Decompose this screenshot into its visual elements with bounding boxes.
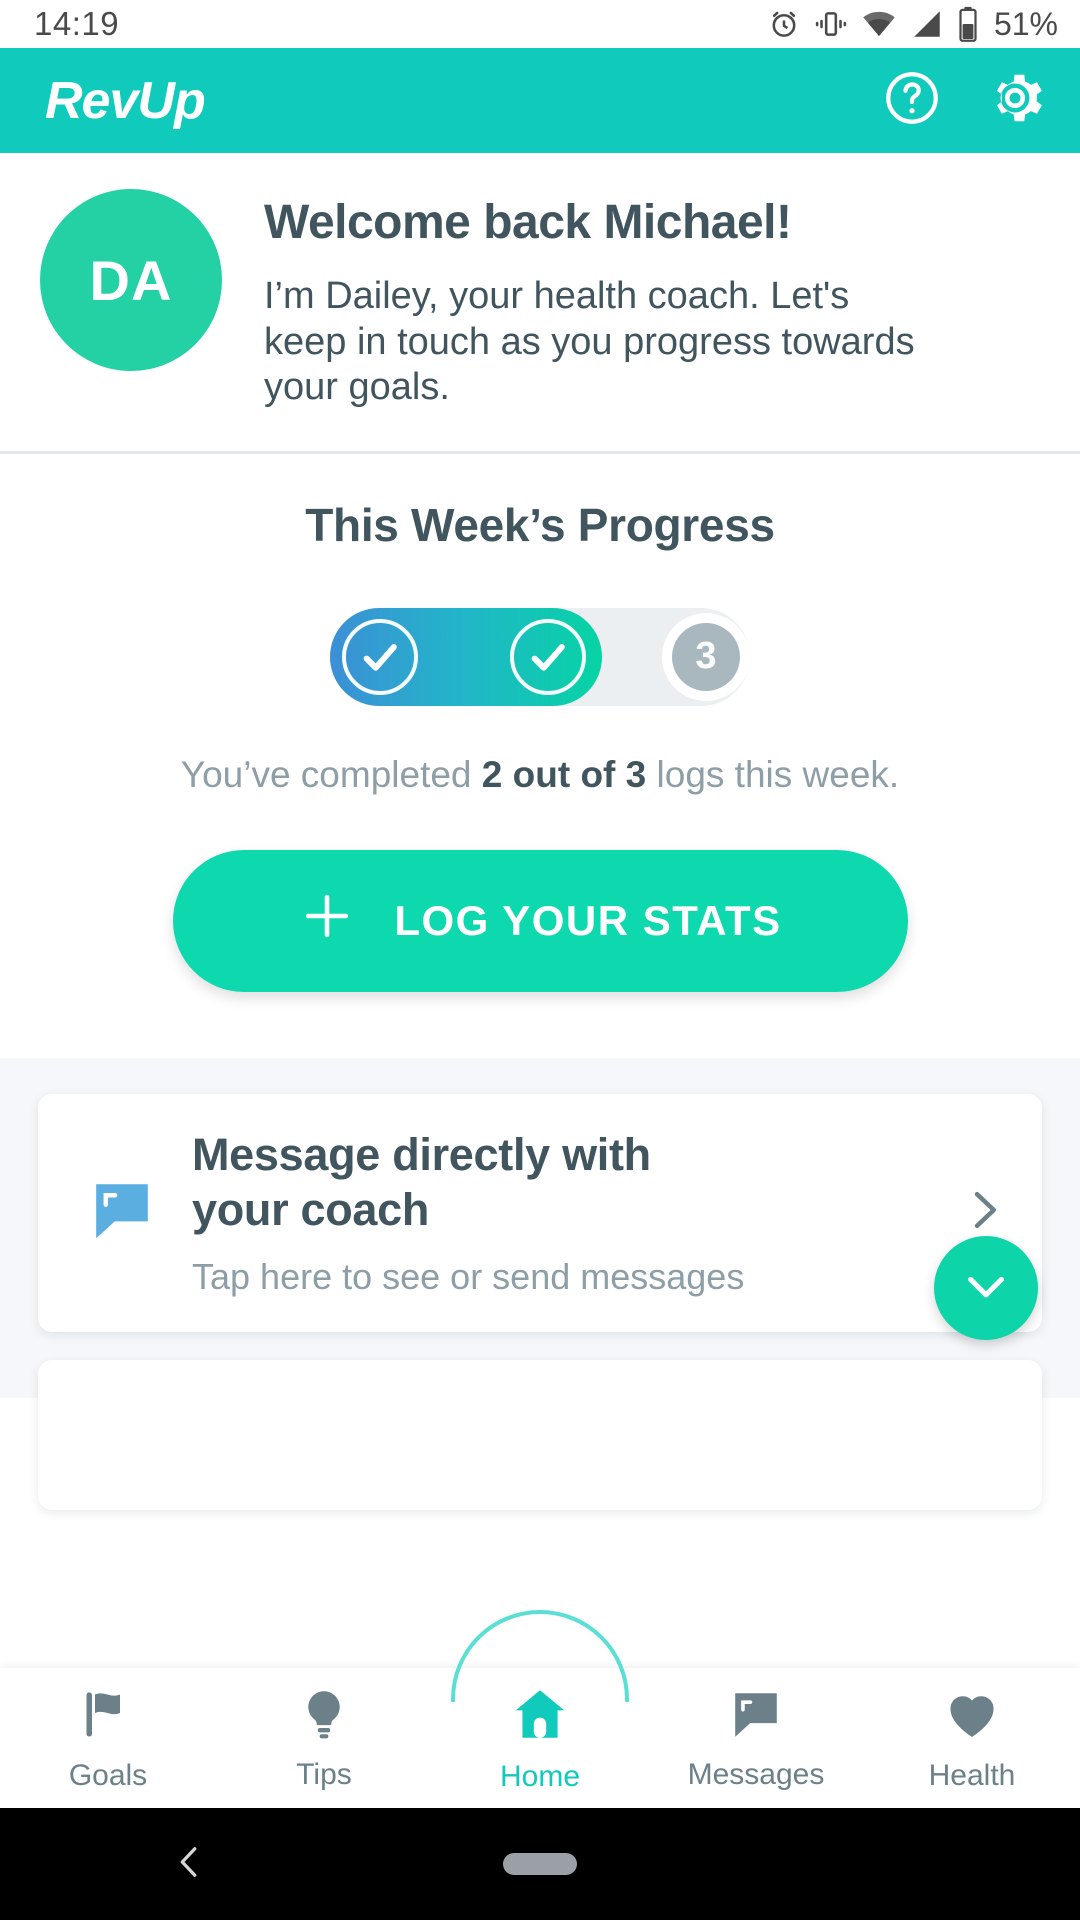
progress-summary-text: You’ve completed 2 out of 3 logs this we…: [0, 754, 1080, 796]
nav-item-goals[interactable]: Goals: [0, 1668, 216, 1808]
progress-title: This Week’s Progress: [305, 498, 775, 551]
plus-icon: [298, 887, 356, 955]
app-logo: RevUp: [45, 71, 206, 130]
progress-step-2-complete: [510, 618, 586, 695]
back-icon[interactable]: [168, 1840, 212, 1889]
nav-item-home[interactable]: Home: [432, 1610, 648, 1808]
battery-percent-label: 51%: [993, 5, 1058, 42]
status-bar-clock: 14:19: [34, 5, 120, 42]
message-coach-subtitle: Tap here to see or send messages: [192, 1255, 745, 1297]
weekly-progress-tracker[interactable]: 3: [330, 607, 750, 706]
help-icon[interactable]: [882, 68, 942, 133]
app-bar-actions: [882, 67, 1046, 134]
app-screen: 14:19 51% RevUp DA Welcome back Michael!…: [0, 0, 1080, 1920]
nav-item-messages[interactable]: Messages: [648, 1668, 864, 1808]
heart-icon: [942, 1684, 1002, 1749]
welcome-section: DA Welcome back Michael! I’m Dailey, you…: [0, 153, 1080, 454]
nav-item-messages-label: Messages: [687, 1757, 825, 1791]
app-bar: RevUp: [0, 48, 1080, 153]
progress-step-3-label: 3: [672, 622, 740, 691]
secondary-card[interactable]: [38, 1359, 1042, 1510]
flag-icon: [78, 1684, 138, 1749]
progress-section: This Week’s Progress 3 You’ve completed …: [0, 453, 1080, 796]
log-your-stats-label: LOG YOUR STATS: [394, 896, 782, 944]
battery-icon: [957, 6, 979, 42]
page-title: Welcome back Michael!: [264, 196, 792, 249]
lightbulb-icon: [295, 1685, 353, 1748]
chevron-down-icon: [958, 1258, 1014, 1317]
message-coach-card[interactable]: Message directly with your coach Tap her…: [38, 1093, 1042, 1332]
wifi-icon: [861, 6, 897, 42]
progress-note-suffix: logs this week.: [646, 753, 900, 795]
home-pill[interactable]: [503, 1853, 577, 1875]
welcome-text: Welcome back Michael! I’m Dailey, your h…: [264, 189, 924, 411]
home-active-arc: [451, 1610, 629, 1702]
bottom-navigation: Goals Tips Home Messages Health: [0, 1610, 1080, 1808]
alarm-icon: [767, 7, 801, 41]
progress-step-1-complete: [342, 618, 418, 695]
progress-note-prefix: You’ve completed: [180, 753, 482, 795]
log-stats-section: LOG YOUR STATS: [0, 795, 1080, 1058]
gear-icon[interactable]: [984, 67, 1046, 134]
chevron-right-icon[interactable]: [956, 1182, 1012, 1243]
status-bar-icons: 51%: [767, 6, 1058, 43]
message-coach-title: Message directly with your coach: [192, 1128, 651, 1235]
nav-item-tips-label: Tips: [296, 1757, 352, 1791]
nav-item-home-label: Home: [499, 1759, 581, 1793]
speech-bubble-icon: [727, 1685, 785, 1748]
scroll-down-fab[interactable]: [934, 1235, 1038, 1340]
nav-item-goals-label: Goals: [68, 1758, 148, 1792]
cards-section: Message directly with your coach Tap her…: [0, 1057, 1080, 1510]
progress-note-count: 2 out of 3: [481, 753, 647, 795]
nav-item-health-label: Health: [928, 1758, 1016, 1792]
message-coach-card-body: Message directly with your coach Tap her…: [192, 1128, 922, 1298]
vibrate-icon: [814, 7, 848, 41]
progress-step-3-pending: 3: [662, 612, 750, 701]
coach-intro-text: I’m Dailey, your health coach. Let's kee…: [264, 275, 915, 409]
log-your-stats-button[interactable]: LOG YOUR STATS: [172, 849, 908, 992]
speech-bubble-icon: [86, 1174, 158, 1251]
nav-item-tips[interactable]: Tips: [216, 1668, 432, 1808]
cell-signal-icon: [910, 7, 944, 41]
avatar: DA: [40, 189, 222, 371]
status-bar: 14:19 51%: [0, 0, 1080, 48]
nav-item-health[interactable]: Health: [864, 1668, 1080, 1808]
system-navigation-bar: [0, 1808, 1080, 1920]
